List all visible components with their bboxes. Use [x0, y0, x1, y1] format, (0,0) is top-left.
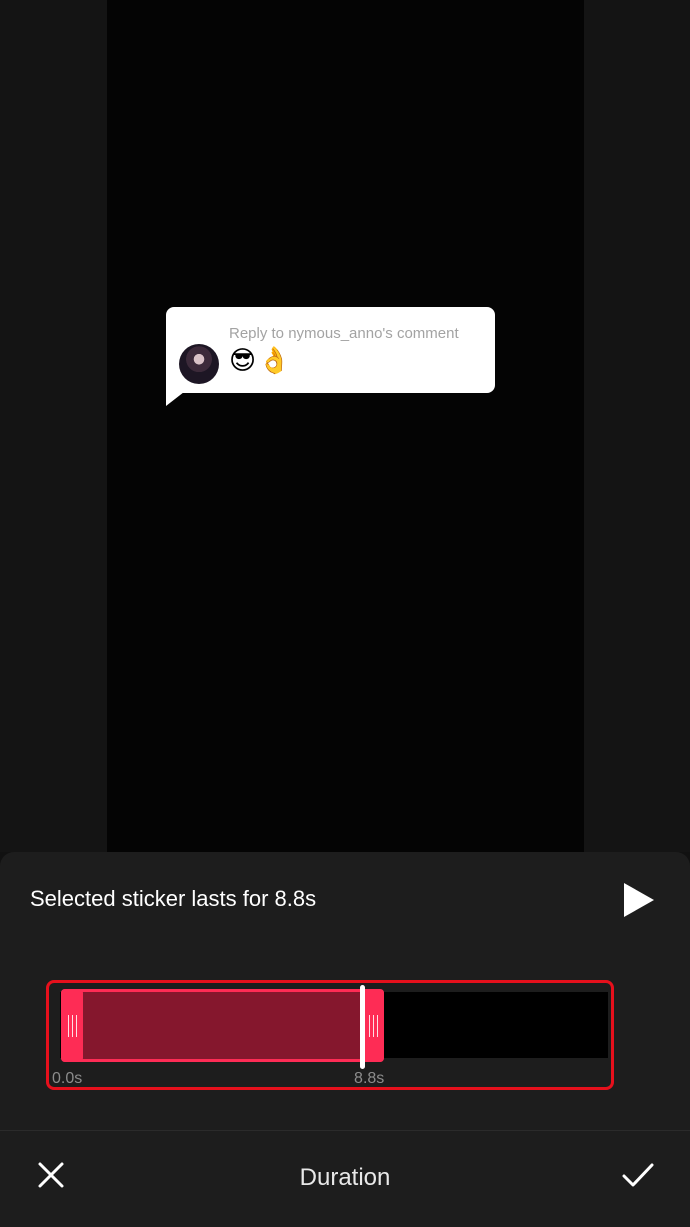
confirm-button[interactable] [621, 1158, 655, 1192]
reply-sticker-emoji: 😎👌 [229, 346, 293, 376]
checkmark-icon [622, 1163, 654, 1187]
duration-panel: Selected sticker lasts for 8.8s 0.0s 8.8… [0, 852, 690, 1227]
preview-letterbox-left [0, 0, 107, 852]
reply-comment-sticker[interactable]: Reply to nymous_anno's comment 😎👌 [166, 307, 495, 393]
footer-title: Duration [299, 1164, 391, 1191]
commenter-avatar [179, 344, 219, 384]
reply-sticker-tail [166, 392, 184, 406]
timeline-highlight-frame [46, 980, 614, 1090]
preview-letterbox-right [584, 0, 690, 852]
reply-sticker-title: Reply to nymous_anno's comment [229, 325, 459, 342]
video-preview [107, 0, 584, 852]
play-button[interactable] [618, 880, 658, 920]
sticker-duration-editor: Reply to nymous_anno's comment 😎👌 Select… [0, 0, 690, 1227]
sticker-duration-heading: Selected sticker lasts for 8.8s [30, 886, 317, 911]
play-icon [624, 883, 654, 917]
footer-divider [0, 1130, 690, 1131]
